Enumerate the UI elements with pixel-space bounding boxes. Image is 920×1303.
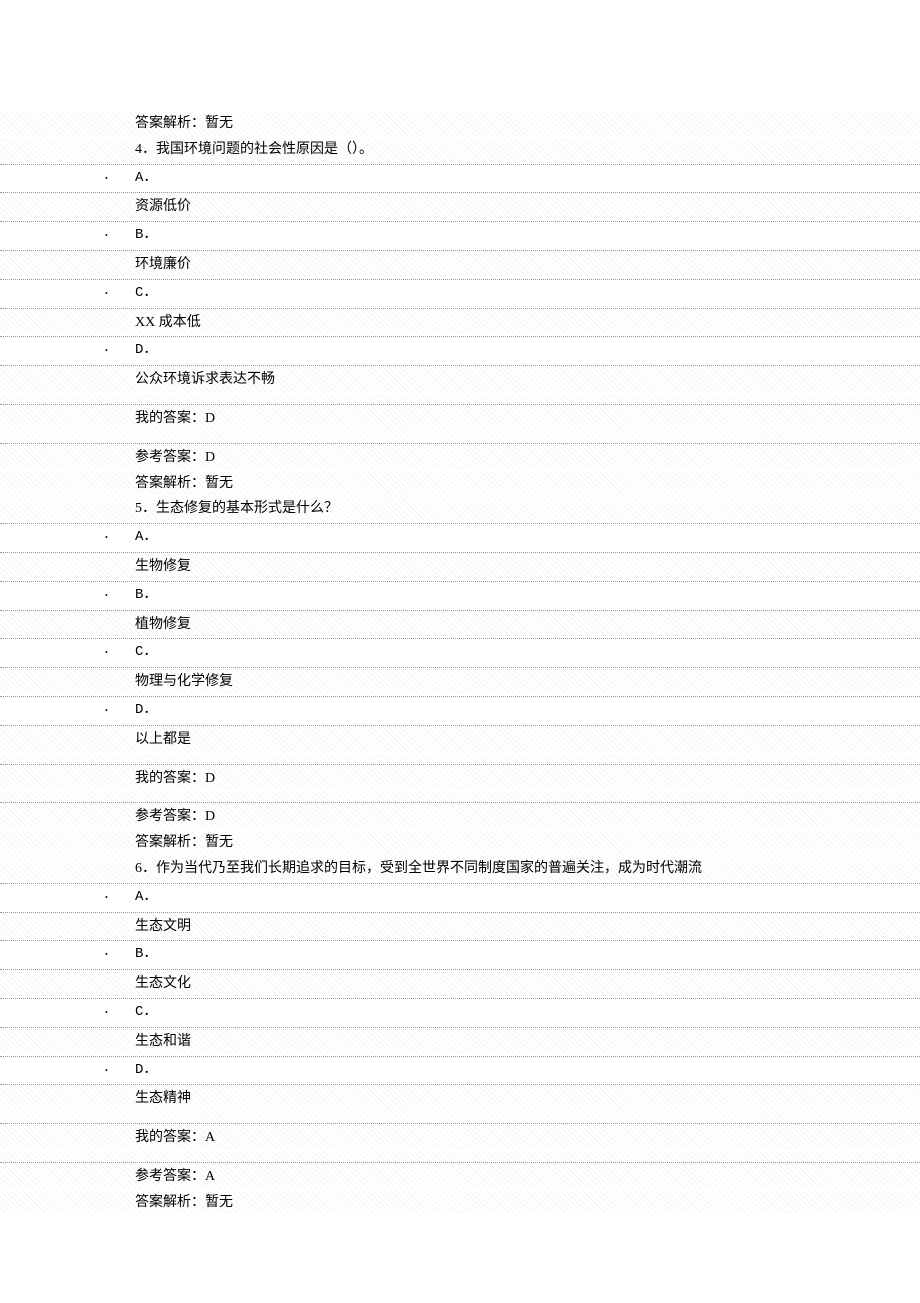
q4-option-c-letter-row: C． — [0, 282, 920, 306]
q4-option-c-text-block: XX 成本低 — [0, 308, 920, 335]
q5-analysis-block: 答案解析：暂无 — [0, 831, 920, 855]
q5-option-d-letter-row: D． — [0, 699, 920, 723]
q4-option-b[interactable]: B． — [0, 221, 920, 248]
q6-option-c-text: 生态和谐 — [0, 1030, 920, 1054]
option-letter: B． — [100, 943, 157, 967]
option-letter: D． — [100, 1059, 157, 1083]
q6-my-answer: 我的答案：A — [0, 1126, 920, 1150]
q4-option-b-text-block: 环境廉价 — [0, 250, 920, 277]
option-letter: B． — [100, 584, 157, 608]
q3-analysis-block: 答案解析：暂无 — [0, 112, 920, 136]
q6-option-a[interactable]: A． — [0, 883, 920, 910]
q4-ref-answer-block: 参考答案：D — [0, 443, 920, 470]
q6-stem-block: 6．作为当代乃至我们长期追求的目标，受到全世界不同制度国家的普遍关注，成为时代潮… — [0, 857, 920, 881]
q3-analysis: 答案解析：暂无 — [0, 112, 920, 136]
q5-option-a-letter-row: A． — [0, 526, 920, 550]
q6-my-answer-block: 我的答案：A — [0, 1123, 920, 1150]
q5-option-c-letter-row: C． — [0, 641, 920, 665]
q4-stem-block: 4．我国环境问题的社会性原因是（）。 — [0, 138, 920, 162]
q4-analysis-block: 答案解析：暂无 — [0, 472, 920, 496]
page-content: 答案解析：暂无 4．我国环境问题的社会性原因是（）。 A． 资源低价 B． 环境… — [0, 0, 920, 1214]
q5-ref-answer-block: 参考答案：D — [0, 802, 920, 829]
option-letter: A． — [100, 886, 157, 910]
q4-my-answer-block: 我的答案：D — [0, 404, 920, 431]
q6-option-d-letter-row: D． — [0, 1059, 920, 1083]
q5-option-d-text: 以上都是 — [0, 728, 920, 752]
q6-option-a-letter-row: A． — [0, 886, 920, 910]
q6-ref-answer: 参考答案：A — [0, 1165, 920, 1189]
q6-option-b-letter-row: B． — [0, 943, 920, 967]
q4-option-a-text-block: 资源低价 — [0, 192, 920, 219]
q5-stem-block: 5．生态修复的基本形式是什么？ — [0, 497, 920, 521]
q6-analysis-block: 答案解析：暂无 — [0, 1191, 920, 1215]
q4-my-answer: 我的答案：D — [0, 407, 920, 431]
q4-option-b-text: 环境廉价 — [0, 253, 920, 277]
q6-option-a-text: 生态文明 — [0, 915, 920, 939]
q5-option-c-text-block: 物理与化学修复 — [0, 667, 920, 694]
q5-option-a-text-block: 生物修复 — [0, 552, 920, 579]
q4-option-a-text: 资源低价 — [0, 195, 920, 219]
q4-option-a[interactable]: A． — [0, 164, 920, 191]
q6-option-c[interactable]: C． — [0, 998, 920, 1025]
option-letter: D． — [100, 699, 157, 723]
q4-stem: 4．我国环境问题的社会性原因是（）。 — [0, 138, 920, 162]
q6-option-d[interactable]: D． — [0, 1056, 920, 1083]
q5-my-answer-block: 我的答案：D — [0, 764, 920, 791]
q4-option-c-text: XX 成本低 — [0, 311, 920, 335]
q5-stem: 5．生态修复的基本形式是什么？ — [0, 497, 920, 521]
q4-ref-answer: 参考答案：D — [0, 446, 920, 470]
q5-ref-answer: 参考答案：D — [0, 805, 920, 829]
q4-option-d[interactable]: D． — [0, 336, 920, 363]
q4-option-d-text: 公众环境诉求表达不畅 — [0, 368, 920, 392]
q6-option-b-text: 生态文化 — [0, 972, 920, 996]
q6-option-c-letter-row: C． — [0, 1001, 920, 1025]
q5-option-b[interactable]: B． — [0, 581, 920, 608]
option-letter: B． — [100, 224, 157, 248]
q4-analysis: 答案解析：暂无 — [0, 472, 920, 496]
q6-option-b-text-block: 生态文化 — [0, 969, 920, 996]
q5-option-b-letter-row: B． — [0, 584, 920, 608]
q5-option-d-text-block: 以上都是 — [0, 725, 920, 752]
q5-option-a[interactable]: A． — [0, 523, 920, 550]
q6-option-d-text: 生态精神 — [0, 1087, 920, 1111]
q5-analysis: 答案解析：暂无 — [0, 831, 920, 855]
q6-stem: 6．作为当代乃至我们长期追求的目标，受到全世界不同制度国家的普遍关注，成为时代潮… — [0, 857, 920, 881]
q6-analysis: 答案解析：暂无 — [0, 1191, 920, 1215]
option-letter: C． — [100, 641, 157, 665]
q5-option-d[interactable]: D． — [0, 696, 920, 723]
q5-option-c-text: 物理与化学修复 — [0, 670, 920, 694]
q6-option-c-text-block: 生态和谐 — [0, 1027, 920, 1054]
option-letter: C． — [100, 282, 157, 306]
q5-option-b-text: 植物修复 — [0, 613, 920, 637]
q5-option-b-text-block: 植物修复 — [0, 610, 920, 637]
q5-my-answer: 我的答案：D — [0, 767, 920, 791]
q4-option-a-letter-row: A． — [0, 167, 920, 191]
q6-option-d-text-block: 生态精神 — [0, 1084, 920, 1111]
q4-option-d-text-block: 公众环境诉求表达不畅 — [0, 365, 920, 392]
q4-option-d-letter-row: D． — [0, 339, 920, 363]
option-letter: A． — [100, 167, 157, 191]
q6-option-b[interactable]: B． — [0, 940, 920, 967]
option-letter: D． — [100, 339, 157, 363]
q4-option-b-letter-row: B． — [0, 224, 920, 248]
q5-option-c[interactable]: C． — [0, 638, 920, 665]
option-letter: C． — [100, 1001, 157, 1025]
option-letter: A． — [100, 526, 157, 550]
q6-option-a-text-block: 生态文明 — [0, 912, 920, 939]
q6-ref-answer-block: 参考答案：A — [0, 1162, 920, 1189]
q5-option-a-text: 生物修复 — [0, 555, 920, 579]
q4-option-c[interactable]: C． — [0, 279, 920, 306]
